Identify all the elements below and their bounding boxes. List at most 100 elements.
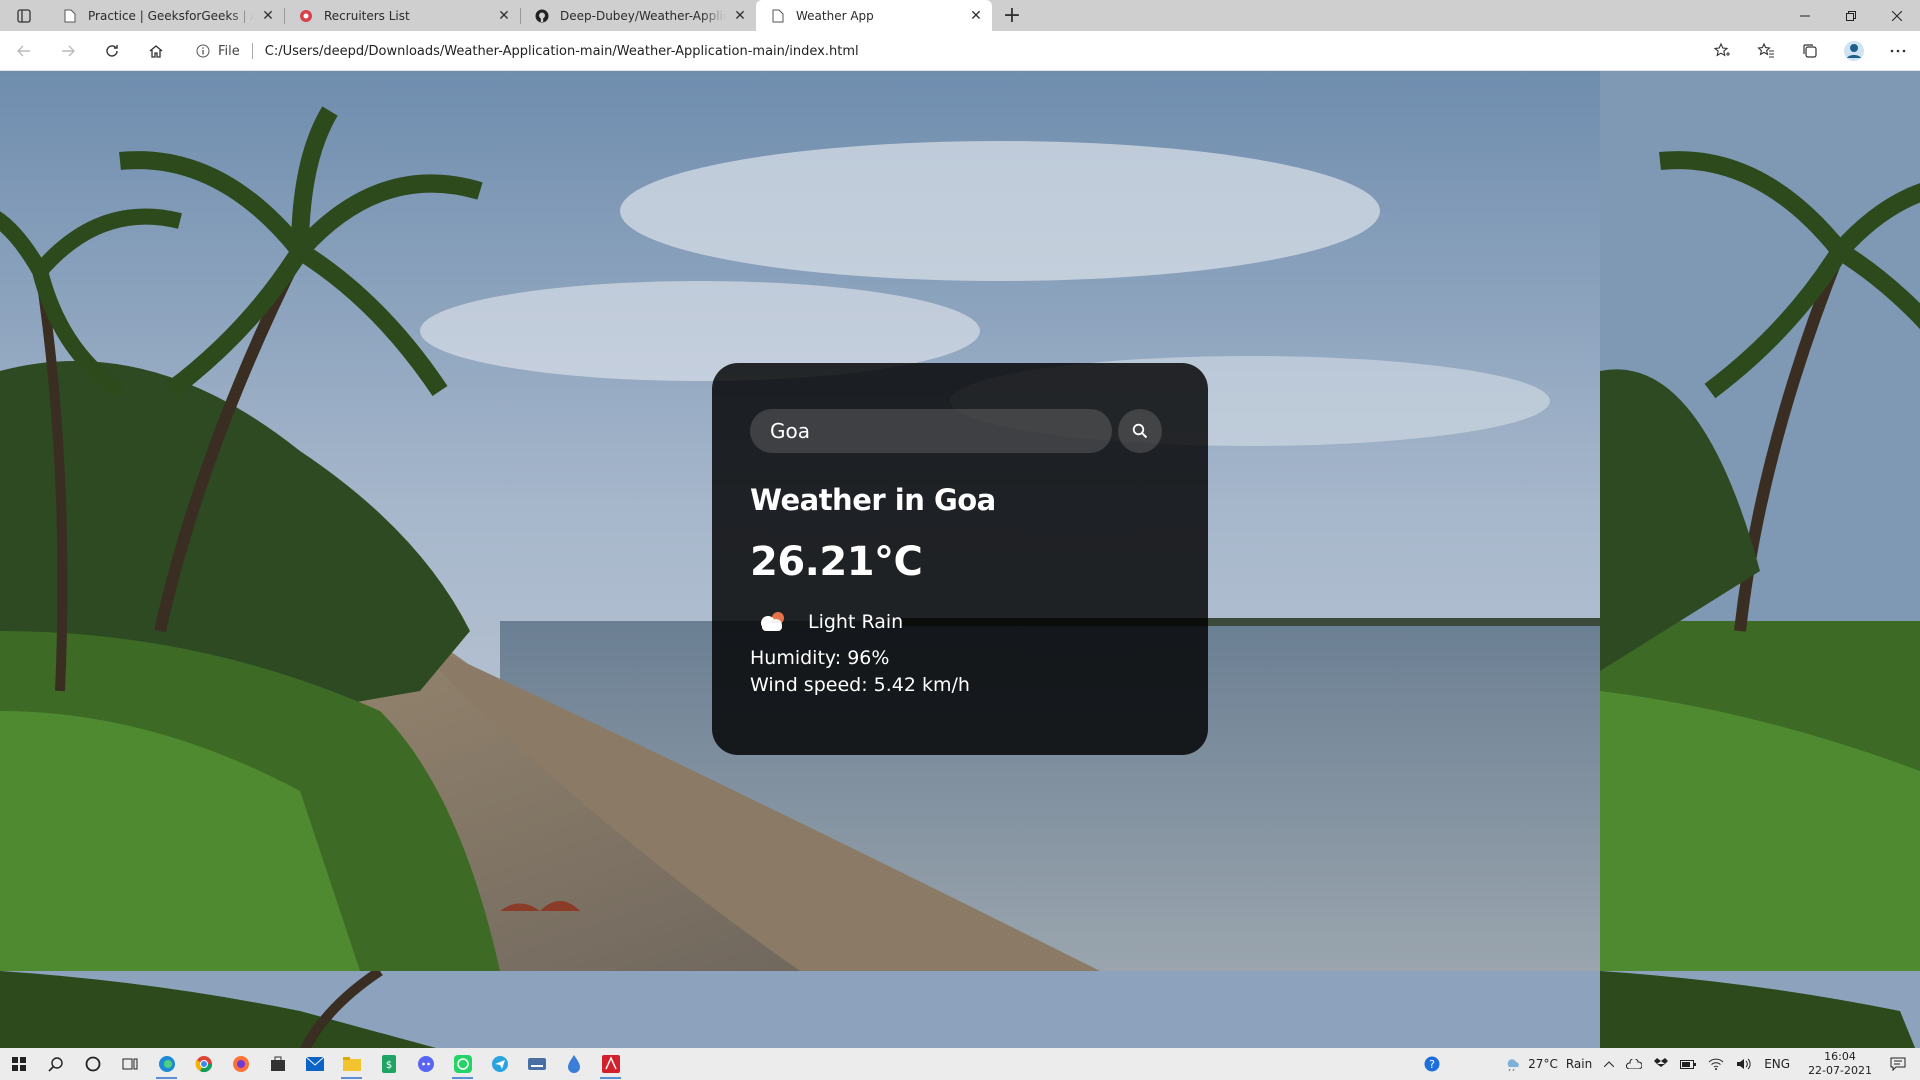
tray-weather-text: Rain xyxy=(1565,1057,1593,1071)
tab-title: Weather App xyxy=(796,8,874,23)
clock[interactable]: 16:04 22-07-2021 xyxy=(1808,1050,1872,1078)
drop-icon xyxy=(567,1055,580,1073)
help-button[interactable]: ? xyxy=(1424,1056,1440,1072)
browser-tab-strip: Practice | GeeksforGeeks | A computer sc… xyxy=(0,0,1920,31)
taskbar-discord[interactable] xyxy=(407,1048,444,1080)
home-button[interactable] xyxy=(136,35,176,67)
page-viewport: Weather in Goa 26.21°C Light Rain Humidi… xyxy=(0,71,1920,1060)
weather-description-row: Light Rain xyxy=(750,605,1162,639)
forward-button[interactable] xyxy=(48,35,88,67)
taskbar-drop[interactable] xyxy=(555,1048,592,1080)
window-controls xyxy=(1782,0,1920,31)
browser-tab-recruiters[interactable]: Recruiters List ✕ xyxy=(284,0,520,31)
page-icon xyxy=(770,8,786,24)
store-icon xyxy=(270,1056,285,1071)
weather-rain-icon xyxy=(1507,1059,1519,1072)
refresh-icon xyxy=(106,44,118,57)
start-icon xyxy=(11,1057,26,1071)
chrome-icon xyxy=(195,1056,212,1073)
tab-actions-icon xyxy=(17,8,31,23)
taskbar-keyboard[interactable] xyxy=(518,1048,555,1080)
taskbar-search-button[interactable] xyxy=(37,1048,74,1080)
back-button[interactable] xyxy=(4,35,44,67)
tab-actions-button[interactable] xyxy=(0,0,48,31)
restore-button[interactable] xyxy=(1828,0,1874,31)
taskbar-mail[interactable] xyxy=(296,1048,333,1080)
address-bar[interactable]: File C:/Users/deepd/Downloads/Weather-Ap… xyxy=(196,35,859,67)
site-info-button[interactable]: File xyxy=(196,44,240,59)
settings-more-button[interactable] xyxy=(1876,35,1920,67)
tray-temperature: 27°C xyxy=(1528,1057,1558,1071)
close-tab-icon[interactable]: ✕ xyxy=(968,8,984,24)
volume-icon[interactable] xyxy=(1736,1058,1752,1070)
chevron-up-icon xyxy=(1604,1061,1615,1067)
discord-icon xyxy=(417,1056,434,1072)
browser-tab-github[interactable]: Deep-Dubey/Weather-Application-main ✕ xyxy=(520,0,756,31)
favorites-button[interactable] xyxy=(1744,35,1788,67)
battery-icon[interactable] xyxy=(1680,1059,1697,1069)
refresh-button[interactable] xyxy=(92,35,132,67)
taskbar-store[interactable] xyxy=(259,1048,296,1080)
notifications-button[interactable] xyxy=(1890,1057,1906,1071)
close-icon xyxy=(1892,10,1902,21)
add-favorite-button[interactable] xyxy=(1700,35,1744,67)
tab-title: Recruiters List xyxy=(324,8,410,23)
show-hidden-icons-button[interactable] xyxy=(1604,1061,1615,1067)
collections-icon xyxy=(1803,44,1817,58)
taskbar-file-explorer[interactable] xyxy=(333,1048,370,1080)
city-heading: Weather in Goa xyxy=(750,483,996,517)
search-icon xyxy=(1132,423,1148,439)
url-text[interactable]: C:/Users/deepd/Downloads/Weather-Applica… xyxy=(265,44,859,59)
close-tab-icon[interactable]: ✕ xyxy=(496,8,512,24)
avatar-icon xyxy=(1844,41,1864,61)
sheets-icon: $ xyxy=(381,1055,396,1073)
search-button[interactable] xyxy=(1118,409,1162,453)
profile-button[interactable] xyxy=(1832,35,1876,67)
toolbar-right xyxy=(1700,35,1920,67)
background-beach-image-tile-right xyxy=(1600,71,1920,971)
svg-text:?: ? xyxy=(1429,1058,1435,1071)
page-icon xyxy=(62,8,78,24)
close-tab-icon[interactable]: ✕ xyxy=(260,8,276,24)
keyboard-icon xyxy=(527,1058,546,1070)
minimize-button[interactable] xyxy=(1782,0,1828,31)
start-button[interactable] xyxy=(0,1048,37,1080)
help-icon: ? xyxy=(1424,1056,1440,1072)
network-icon[interactable] xyxy=(1708,1058,1724,1070)
file-label: File xyxy=(218,43,240,59)
github-icon xyxy=(534,8,550,24)
onedrive-icon[interactable] xyxy=(1626,1059,1643,1069)
close-window-button[interactable] xyxy=(1874,0,1920,31)
city-search-input[interactable] xyxy=(750,409,1112,453)
weather-card: Weather in Goa 26.21°C Light Rain Humidi… xyxy=(712,363,1208,755)
taskbar-chrome[interactable] xyxy=(185,1048,222,1080)
home-icon xyxy=(149,44,163,58)
tab-title: Practice | GeeksforGeeks | A computer sc… xyxy=(88,8,254,23)
info-icon xyxy=(196,44,210,58)
cortana-button[interactable] xyxy=(74,1048,111,1080)
browser-tab-weather-app[interactable]: Weather App ✕ xyxy=(756,0,992,31)
background-beach-image-tile-bottom xyxy=(0,971,1920,1060)
taskbar-firefox[interactable] xyxy=(222,1048,259,1080)
task-view-button[interactable] xyxy=(111,1048,148,1080)
windows-taskbar: $ ? 27°C Rain ENG 16:04 22-07-2021 xyxy=(0,1048,1920,1080)
collections-button[interactable] xyxy=(1788,35,1832,67)
plus-icon: + xyxy=(1002,3,1022,28)
weather-widget[interactable]: 27°C Rain xyxy=(1504,1056,1592,1072)
taskbar-edge[interactable] xyxy=(148,1048,185,1080)
system-tray: ? 27°C Rain ENG 16:04 22-07-2021 xyxy=(1418,1048,1920,1080)
browser-tab-practice[interactable]: Practice | GeeksforGeeks | A computer sc… xyxy=(48,0,284,31)
humidity-text: Humidity: 96% xyxy=(750,647,890,669)
close-tab-icon[interactable]: ✕ xyxy=(732,8,748,24)
clock-date: 22-07-2021 xyxy=(1808,1064,1872,1077)
taskbar-telegram[interactable] xyxy=(481,1048,518,1080)
taskbar-whatsapp[interactable] xyxy=(444,1048,481,1080)
star-add-icon xyxy=(1713,42,1730,57)
weather-description: Light Rain xyxy=(808,611,904,633)
temperature-value: 26.21°C xyxy=(750,539,923,585)
taskbar-sheets[interactable]: $ xyxy=(370,1048,407,1080)
new-tab-button[interactable]: + xyxy=(992,0,1032,31)
taskbar-acrobat[interactable] xyxy=(592,1048,629,1080)
dropbox-icon[interactable] xyxy=(1654,1058,1669,1070)
language-indicator[interactable]: ENG xyxy=(1764,1057,1790,1071)
